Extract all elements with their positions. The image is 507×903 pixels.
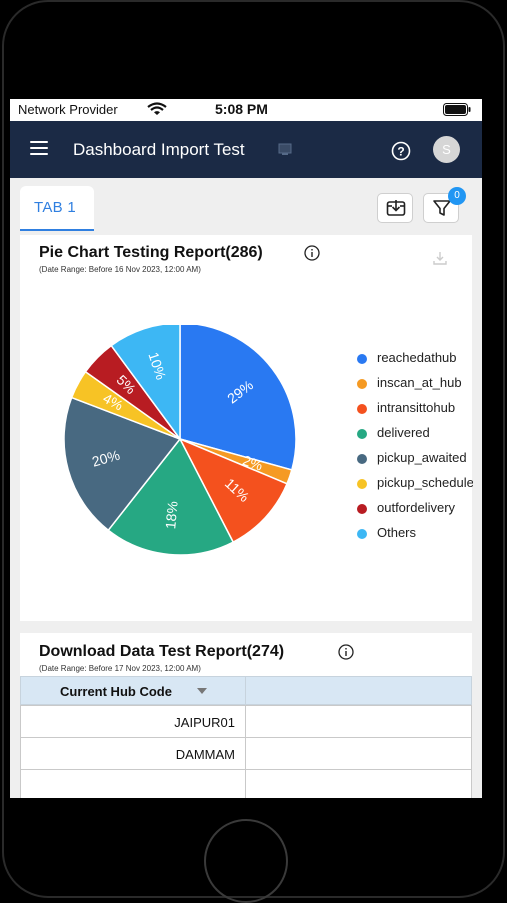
legend-swatch — [357, 429, 367, 439]
info-icon[interactable] — [304, 245, 320, 261]
legend-swatch — [357, 379, 367, 389]
legend-swatch — [357, 354, 367, 364]
status-time: 5:08 PM — [215, 101, 268, 117]
help-icon[interactable]: ? — [390, 140, 412, 162]
filter-icon — [433, 200, 451, 216]
legend-item[interactable]: inscan_at_hub — [345, 374, 470, 399]
legend-item[interactable]: intransittohub — [345, 399, 470, 424]
legend-label: pickup_awaited — [377, 450, 467, 465]
pie-legend: reachedathub inscan_at_hub intransittohub d… — [345, 349, 473, 549]
legend-swatch — [357, 504, 367, 514]
filter-count-badge: 0 — [448, 187, 466, 205]
screen-icon[interactable] — [278, 142, 292, 156]
legend-item[interactable]: pickup_scheduled — [345, 474, 473, 499]
legend-label: delivered — [377, 425, 430, 440]
column-header-empty — [245, 676, 472, 705]
column-header-label: Current Hub Code — [60, 684, 172, 699]
legend-label: intransittohub — [377, 400, 456, 415]
table-title: Download Data Test Report(274) — [39, 643, 285, 660]
dashboard-title: Dashboard Import Test — [73, 140, 245, 159]
legend-item[interactable]: pickup_awaited — [345, 449, 470, 474]
legend-item[interactable]: outfordelivery — [345, 499, 470, 524]
legend-swatch — [357, 404, 367, 414]
legend-item[interactable]: reachedathub — [345, 349, 470, 374]
table-cell: JAIPUR01 — [20, 705, 246, 738]
table-cell: DAMMAM — [20, 737, 246, 770]
tab-1[interactable]: TAB 1 — [20, 186, 94, 231]
column-header-hub-code[interactable]: Current Hub Code — [20, 676, 246, 705]
import-button[interactable] — [377, 193, 413, 223]
pie-chart-date-range: (Date Range: Before 16 Nov 2023, 12:00 A… — [39, 265, 201, 274]
legend-swatch — [357, 479, 367, 489]
table-cell — [245, 769, 472, 798]
table-date-range: (Date Range: Before 17 Nov 2023, 12:00 A… — [39, 664, 201, 673]
tab-label: TAB 1 — [34, 199, 77, 216]
status-bar: Network Provider 5:08 PM — [10, 99, 482, 121]
info-icon[interactable] — [338, 644, 354, 660]
legend-label: pickup_scheduled — [377, 475, 473, 490]
legend-item[interactable]: Others — [345, 524, 470, 549]
wifi-icon — [147, 102, 167, 115]
pie-chart-card: Pie Chart Testing Report(286) (Date Rang… — [20, 235, 473, 621]
download-icon[interactable] — [432, 250, 448, 266]
legend-label: Others — [377, 525, 417, 540]
table-cell — [245, 737, 472, 770]
phone-frame: Network Provider 5:08 PM Dashboard Impor… — [0, 0, 507, 903]
legend-swatch — [357, 529, 367, 539]
svg-text:?: ? — [397, 145, 404, 159]
table-cell — [20, 769, 246, 798]
table-cell — [245, 705, 472, 738]
legend-label: outfordelivery — [377, 500, 456, 515]
home-button[interactable] — [204, 819, 288, 903]
legend-label: inscan_at_hub — [377, 375, 462, 390]
sort-desc-icon[interactable] — [197, 688, 207, 694]
table-card: Download Data Test Report(274) (Date Ran… — [20, 633, 472, 798]
dashboard-content: TAB 1 0 Pie Chart Testing Report(286) (D… — [10, 178, 482, 798]
user-avatar[interactable]: S — [433, 136, 460, 163]
app-header: Dashboard Import Test ? S — [10, 121, 482, 178]
legend-label: reachedathub — [377, 350, 457, 365]
carrier-label: Network Provider — [18, 102, 118, 117]
legend-swatch — [357, 454, 367, 464]
cell-value: JAIPUR01 — [174, 715, 235, 730]
pie-chart: 29%2%11%18%20%4%5%10% — [63, 325, 297, 556]
legend-item[interactable]: delivered — [345, 424, 470, 449]
pie-chart-title: Pie Chart Testing Report(286) — [39, 244, 263, 261]
import-icon — [386, 200, 406, 216]
pie-slice-label: 18% — [162, 500, 181, 529]
battery-icon — [443, 103, 471, 116]
hamburger-menu-icon[interactable] — [30, 141, 48, 157]
cell-value: DAMMAM — [175, 747, 235, 762]
app-screen: Network Provider 5:08 PM Dashboard Impor… — [10, 99, 482, 798]
